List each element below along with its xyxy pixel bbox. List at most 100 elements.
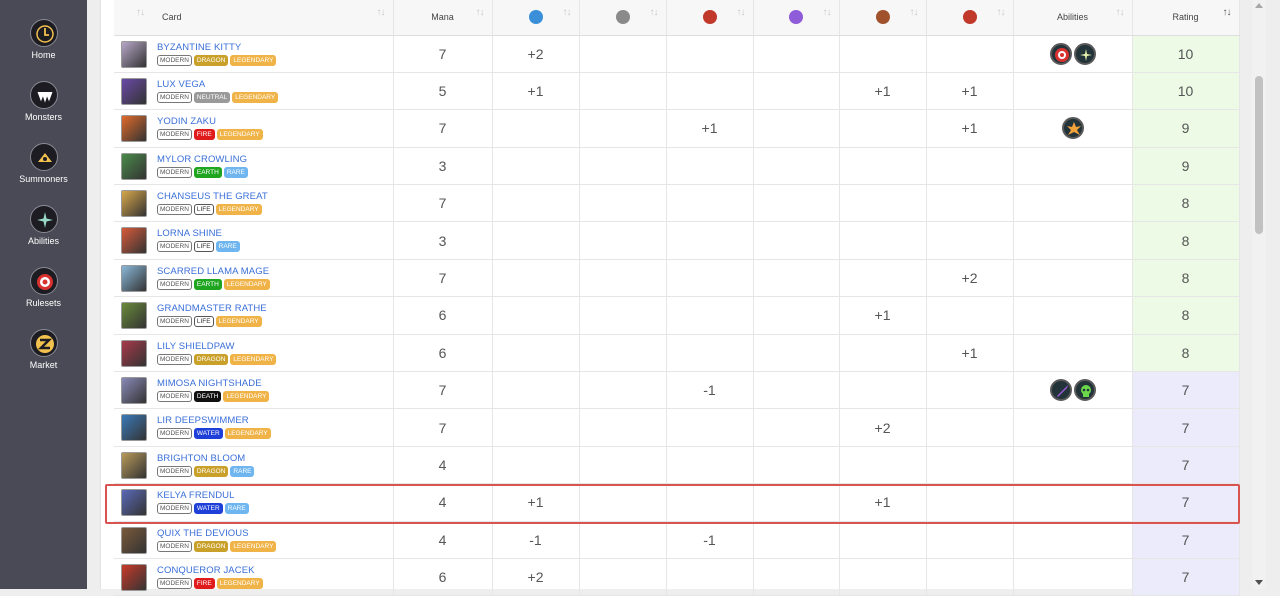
rarity-tag: RARE [230,465,255,477]
stat-cell [579,408,667,447]
card-image[interactable] [121,489,147,517]
card-name-link[interactable]: LIR DEEPSWIMMER [157,415,249,426]
stat-cell [926,35,1014,73]
card-image[interactable] [121,115,147,143]
col-magic-header[interactable]: ↑↓ [753,0,840,36]
col-abilities-header[interactable]: Abilities ↑↓ [1013,0,1133,36]
card-name-link[interactable]: BRIGHTON BLOOM [157,453,245,464]
sidebar-item-label: Rulesets [25,298,61,308]
ability-target-icon[interactable] [1049,42,1072,65]
sort-icon[interactable]: ↑↓ [737,7,746,18]
card-name-link[interactable]: LUX VEGA [157,79,205,90]
sort-icon[interactable]: ↑↓ [997,7,1006,18]
card-image[interactable] [121,451,147,479]
card-image[interactable] [121,414,147,442]
card-name-link[interactable]: LILY SHIELDPAW [157,341,235,352]
sidebar-item-home[interactable]: Home [0,19,87,60]
card-name-link[interactable]: CHANSEUS THE GREAT [157,191,268,202]
stat-cell [579,147,667,186]
element-tag: DRAGON [193,353,229,365]
table-row[interactable]: LORNA SHINE MODERN LIFE RARE 3 8 [114,221,1240,260]
sort-desc-icon[interactable]: ↑↓ [1223,7,1232,18]
rarity-tag: LEGENDARY [230,54,277,66]
table-row[interactable]: YODIN ZAKU MODERN FIRE LEGENDARY 7 +1 +1 9 [114,109,1240,148]
card-name-link[interactable]: MIMOSA NIGHTSHADE [157,378,262,389]
edition-tag: MODERN [157,391,192,403]
ability-burst-icon[interactable] [1061,117,1084,140]
col-melee-header[interactable]: ↑↓ [839,0,927,36]
card-image[interactable] [121,563,147,591]
sidebar-item-monsters[interactable]: Monsters [0,81,87,122]
sort-icon[interactable]: ↑↓ [1116,7,1125,18]
card-name-link[interactable]: BYZANTINE KITTY [157,42,241,53]
card-image[interactable] [121,40,147,68]
card-image[interactable] [121,526,147,554]
col-rating-header[interactable]: Rating ↑↓ [1132,0,1240,36]
ability-sparkle-icon[interactable] [1073,42,1096,65]
ability-dagger-icon[interactable] [1049,379,1072,402]
stat-cell: +2 [926,259,1014,298]
cards-table: ↑↓ Card ↑↓ Mana ↑↓ ↑↓ ↑↓ ↑↓ ↑↓ ↑↓ ↑↓ Abi… [114,0,1240,596]
col-card-header[interactable]: ↑↓ Card ↑↓ [114,0,394,36]
table-row[interactable]: CHANSEUS THE GREAT MODERN LIFE LEGENDARY 7 8 [114,184,1240,223]
card-image[interactable] [121,339,147,367]
table-row[interactable]: QUIX THE DEVIOUS MODERN DRAGON LEGENDARY 4 -1… [114,521,1240,559]
table-row[interactable]: LIR DEEPSWIMMER MODERN WATER LEGENDARY 7 +2 7 [114,408,1240,447]
card-image[interactable] [121,264,147,292]
scroll-up-arrow-icon[interactable] [1255,3,1263,8]
table-row[interactable]: MIMOSA NIGHTSHADE MODERN DEATH LEGENDARY 7 -1… [114,371,1240,410]
sort-icon[interactable]: ↑↓ [377,7,386,18]
sidebar-item-rulesets[interactable]: Rulesets [0,267,87,308]
table-row[interactable]: LILY SHIELDPAW MODERN DRAGON LEGENDARY 6 +1 8 [114,334,1240,373]
card-name-link[interactable]: MYLOR CROWLING [157,154,247,165]
sort-icon[interactable]: ↑↓ [823,7,832,18]
card-name-link[interactable]: SCARRED LLAMA MAGE [157,266,269,277]
scroll-thumb[interactable] [1255,76,1263,234]
card-image[interactable] [121,190,147,218]
table-row[interactable]: GRANDMASTER RATHE MODERN LIFE LEGENDARY 6 +1 8 [114,296,1240,335]
table-row[interactable]: MYLOR CROWLING MODERN EARTH RARE 3 9 [114,147,1240,186]
table-row[interactable]: KELYA FRENDUL MODERN WATER RARE 4 +1 +1 7 [114,483,1240,522]
card-name-link[interactable]: LORNA SHINE [157,228,222,239]
sort-icon[interactable]: ↑↓ [563,7,572,18]
card-name-link[interactable]: CONQUEROR JACEK [157,565,255,576]
card-image[interactable] [121,302,147,330]
sidebar-item-abilities[interactable]: Abilities [0,205,87,246]
page-scrollbar[interactable] [1252,0,1266,589]
card-image[interactable] [121,377,147,405]
table-row[interactable]: CONQUEROR JACEK MODERN FIRE LEGENDARY 6 +2 7 [114,558,1240,596]
edition-tag: MODERN [157,129,192,141]
col-speed-header[interactable]: ↑↓ [492,0,580,36]
col-health-header[interactable]: ↑↓ [926,0,1014,36]
card-image[interactable] [121,152,147,180]
rarity-tag: RARE [223,166,248,178]
table-row[interactable]: SCARRED LLAMA MAGE MODERN EARTH LEGENDARY 7 +… [114,259,1240,298]
table-row[interactable]: BYZANTINE KITTY MODERN DRAGON LEGENDARY 7 +2 1… [114,35,1240,73]
stat-cell [926,221,1014,260]
card-name-link[interactable]: GRANDMASTER RATHE [157,303,267,314]
stat-cell [666,259,754,298]
stat-cell [666,35,754,73]
sort-icon[interactable]: ↑↓ [476,7,485,18]
sort-icon[interactable]: ↑↓ [650,7,659,18]
sort-icon[interactable]: ↑↓ [136,7,145,18]
sidebar-item-summoners[interactable]: Summoners [0,143,87,184]
card-name-link[interactable]: KELYA FRENDUL [157,490,235,501]
sidebar-item-market[interactable]: Market [0,329,87,370]
card-image[interactable] [121,227,147,255]
table-row[interactable]: LUX VEGA MODERN NEUTRAL LEGENDARY 5 +1 +1 +1 10 [114,72,1240,111]
sort-icon[interactable]: ↑↓ [910,7,919,18]
card-name-link[interactable]: YODIN ZAKU [157,116,216,127]
col-armor-header[interactable]: ↑↓ [579,0,667,36]
card-image[interactable] [121,77,147,105]
col-ranged-header[interactable]: ↑↓ [666,0,754,36]
mana-cell: 3 [393,147,493,186]
scroll-down-arrow-icon[interactable] [1255,580,1263,585]
card-name-link[interactable]: QUIX THE DEVIOUS [157,528,249,539]
table-row[interactable]: BRIGHTON BLOOM MODERN DRAGON RARE 4 7 [114,446,1240,485]
col-mana-header[interactable]: Mana ↑↓ [393,0,493,36]
element-tag: FIRE [193,129,215,141]
sidebar-item-label: Summoners [19,174,68,184]
sidebar-item-label: Abilities [27,236,59,246]
ability-skull-icon[interactable] [1073,379,1096,402]
